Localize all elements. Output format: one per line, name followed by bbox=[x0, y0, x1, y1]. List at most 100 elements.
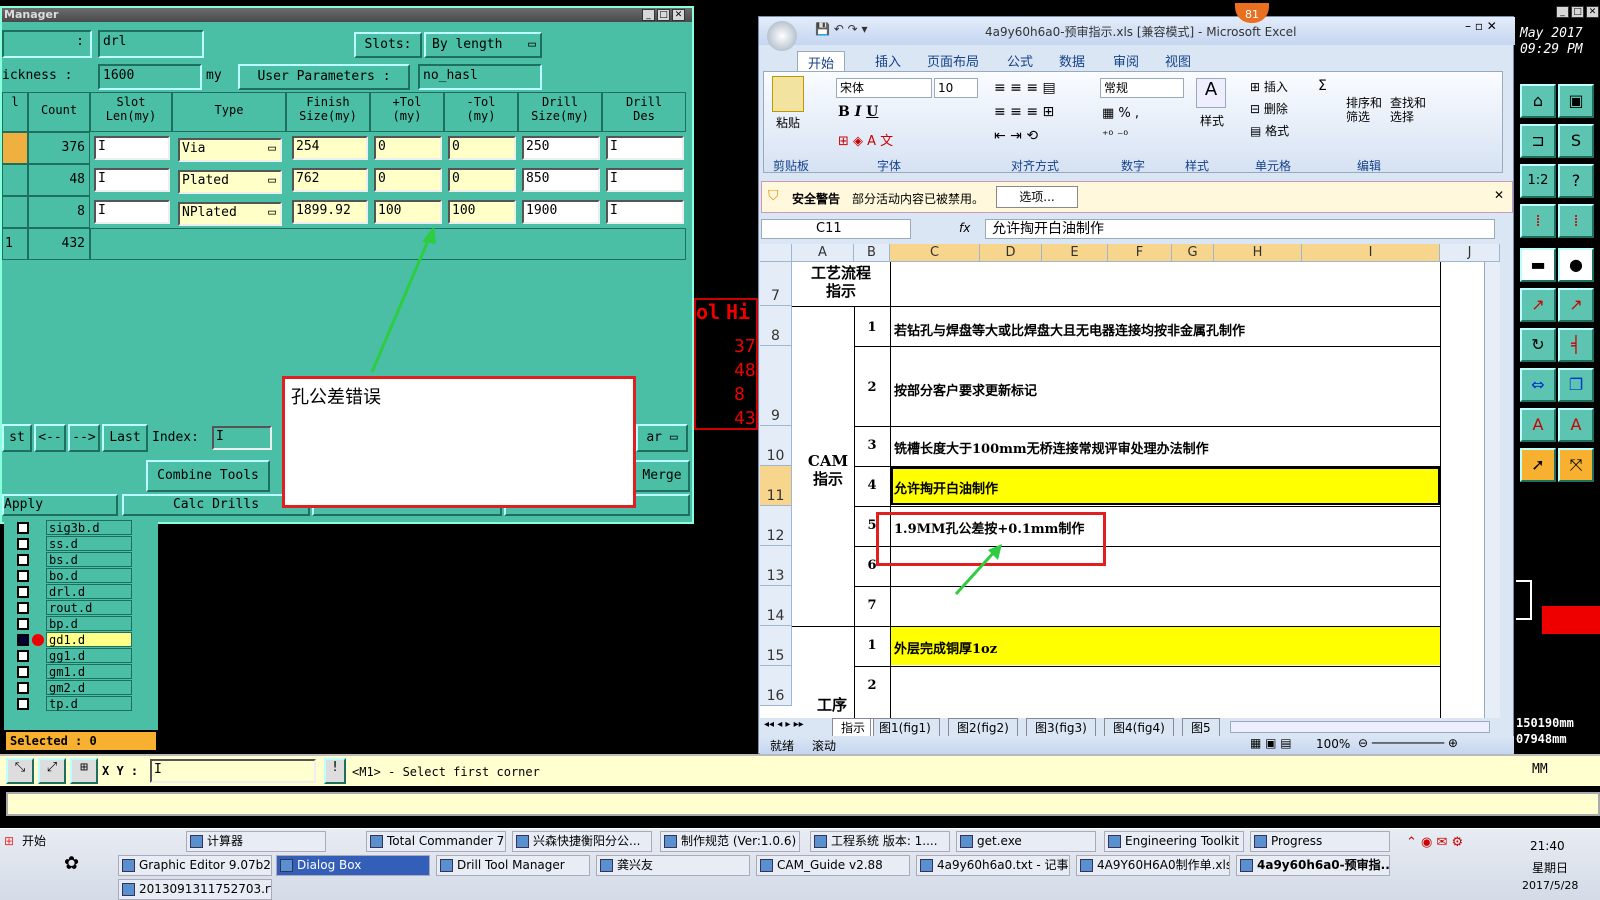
formula-bar[interactable]: 允许掏开白油制作 bbox=[985, 219, 1495, 239]
taskbar-item[interactable]: get.exe bbox=[956, 831, 1096, 852]
drill-size-input[interactable]: 1900 bbox=[522, 200, 600, 224]
paste-icon[interactable] bbox=[772, 76, 804, 112]
apply-button[interactable]: Apply bbox=[2, 494, 118, 516]
line-icon[interactable]: ↗ bbox=[1520, 288, 1556, 322]
column-header[interactable]: E bbox=[1042, 244, 1108, 262]
job-field[interactable]: : bbox=[2, 30, 92, 58]
alert-icon[interactable]: ! bbox=[324, 758, 346, 784]
layer-checkbox[interactable] bbox=[17, 650, 29, 662]
tab-data[interactable]: 数据 bbox=[1059, 51, 1085, 70]
sheet-tab[interactable]: 图2(fig2) bbox=[948, 718, 1018, 737]
row-header[interactable]: 12 bbox=[760, 506, 792, 546]
select-icon[interactable]: ➚ bbox=[1520, 448, 1556, 482]
split-icon[interactable]: ╡ bbox=[1558, 328, 1594, 362]
taskbar-item[interactable]: 兴森快捷衡阳分公... bbox=[512, 831, 652, 852]
layer-item[interactable]: gm1.d bbox=[46, 664, 132, 679]
text-a-icon[interactable]: A bbox=[1520, 408, 1556, 442]
close-icon[interactable]: ✕ bbox=[1494, 188, 1504, 202]
font-name-select[interactable]: 宋体 bbox=[836, 78, 932, 98]
column-header[interactable]: D bbox=[980, 244, 1042, 262]
tab-home[interactable]: 开始 bbox=[797, 51, 846, 73]
taskbar-item[interactable]: 工程系统 版本: 1.... bbox=[810, 831, 950, 852]
name-box[interactable]: C11 bbox=[761, 219, 911, 239]
column-header[interactable]: J bbox=[1440, 244, 1500, 262]
tray-icons[interactable]: ⌃ ◉ ✉ ⚙ bbox=[1406, 835, 1463, 850]
quick-access-icon[interactable]: 💾 ↶ ↷ ▾ bbox=[815, 22, 868, 36]
point-icon[interactable]: ● bbox=[1558, 248, 1594, 282]
column-header[interactable]: C bbox=[890, 244, 980, 262]
drill-des-input[interactable]: I bbox=[606, 168, 684, 192]
type-select[interactable]: Via ▭ bbox=[178, 138, 282, 162]
item-number[interactable]: 2 bbox=[860, 678, 884, 693]
align-icon[interactable]: ≡ ≡ ≡ ▤ bbox=[994, 80, 1056, 96]
layer-item[interactable]: gm2.d bbox=[46, 680, 132, 695]
prev-button[interactable]: <-- bbox=[34, 424, 66, 452]
layer-item[interactable]: gg1.d bbox=[46, 648, 132, 663]
taskbar-item[interactable]: 2013091311752703.rtf... bbox=[118, 879, 272, 900]
tab-view[interactable]: 视图 bbox=[1165, 51, 1191, 70]
row-header[interactable]: 14 bbox=[760, 586, 792, 626]
taskbar-item[interactable]: Total Commander 7.0... bbox=[366, 831, 506, 852]
ruler-icon[interactable]: ▬ bbox=[1520, 248, 1556, 282]
row-header[interactable]: 10 bbox=[760, 426, 792, 466]
office-button[interactable] bbox=[767, 21, 797, 51]
column-header[interactable]: G bbox=[1172, 244, 1214, 262]
spreadsheet-grid[interactable]: A B C D E F G H I J 7 8 9 10 11 12 13 14… bbox=[760, 244, 1500, 718]
zoom-extents-icon[interactable]: ⤢ bbox=[38, 758, 66, 784]
format-cells-button[interactable]: ▤ 格式 bbox=[1250, 122, 1289, 139]
layer-item[interactable]: tp.d bbox=[46, 696, 132, 711]
next-button[interactable]: --> bbox=[68, 424, 100, 452]
minus-tol-input[interactable]: 0 bbox=[448, 136, 516, 160]
taskbar-item[interactable]: 4a9y60h6a0-预审指... bbox=[1236, 855, 1390, 876]
maximize-button[interactable]: □ bbox=[1571, 6, 1584, 18]
percent-icon[interactable]: ▦ % , bbox=[1102, 106, 1139, 121]
horizontal-scrollbar[interactable] bbox=[1230, 721, 1490, 733]
help-icon[interactable]: ? bbox=[1558, 164, 1594, 198]
ar-select[interactable]: ar ▭ bbox=[636, 424, 688, 452]
first-button[interactable]: st bbox=[2, 424, 32, 452]
sheet-tab[interactable]: 图1(fig1) bbox=[870, 718, 940, 737]
drill-des-input[interactable]: I bbox=[606, 136, 684, 160]
minus-tol-input[interactable]: 100 bbox=[448, 200, 516, 224]
finish-size-input[interactable]: 1899.92 bbox=[292, 200, 368, 224]
minimize-button[interactable]: _ bbox=[1556, 6, 1569, 18]
layer-item[interactable]: drl.d bbox=[46, 584, 132, 599]
copy-icon[interactable]: ❐ bbox=[1558, 368, 1594, 402]
drill-des-input[interactable]: I bbox=[606, 200, 684, 224]
number-format-select[interactable]: 常规 bbox=[1100, 78, 1184, 98]
layer-item[interactable]: sig3b.d bbox=[46, 520, 132, 535]
minimize-button[interactable]: _ bbox=[642, 9, 655, 21]
window-controls[interactable]: – ▫ ✕ bbox=[1465, 19, 1497, 33]
drill-size-input[interactable]: 850 bbox=[522, 168, 600, 192]
find-select-button[interactable]: 查找和 选择 bbox=[1390, 96, 1426, 124]
tab-formulas[interactable]: 公式 bbox=[1007, 51, 1033, 70]
row-header[interactable]: 16 bbox=[760, 666, 792, 706]
clock-time[interactable]: 21:40 bbox=[1530, 839, 1565, 853]
taskbar-item[interactable]: Graphic Editor 9.07b2 (0... bbox=[118, 855, 272, 876]
zoom-window-icon[interactable]: ⤡ bbox=[6, 758, 34, 784]
options-button[interactable]: 选项... bbox=[996, 186, 1078, 208]
sheet-tab[interactable]: 图5 bbox=[1182, 718, 1220, 737]
taskbar-item[interactable]: 龚兴友 bbox=[596, 855, 750, 876]
finish-size-input[interactable]: 254 bbox=[292, 136, 368, 160]
combine-tools-button[interactable]: Combine Tools bbox=[146, 460, 270, 492]
layer-checkbox[interactable] bbox=[17, 554, 29, 566]
sheet-tab-active[interactable]: 指示 bbox=[832, 718, 875, 737]
cell-text[interactable]: 允许掏开白油制作 bbox=[894, 478, 998, 497]
column-header[interactable]: B bbox=[854, 244, 890, 262]
row-header[interactable]: 13 bbox=[760, 546, 792, 586]
cell-text[interactable]: 铣槽长度大于100mm无桥连接常规评审处理办法制作 bbox=[894, 438, 1209, 457]
row-header[interactable]: 9 bbox=[760, 346, 792, 426]
slot-len-input[interactable]: I bbox=[94, 200, 170, 224]
row-selector[interactable] bbox=[2, 196, 28, 228]
maximize-button[interactable]: □ bbox=[657, 9, 670, 21]
row-header[interactable]: 15 bbox=[760, 626, 792, 666]
taskbar-item[interactable]: CAM_Guide v2.88 bbox=[756, 855, 910, 876]
item-number[interactable]: 1 bbox=[860, 638, 884, 653]
tab-insert[interactable]: 插入 bbox=[875, 51, 901, 70]
item-number[interactable]: 2 bbox=[860, 380, 884, 395]
sheet-tab[interactable]: 图3(fig3) bbox=[1026, 718, 1096, 737]
align-center-icon[interactable]: ≡ ≡ ≡ ⊞ bbox=[994, 104, 1054, 120]
layer-item[interactable]: ss.d bbox=[46, 536, 132, 551]
sheet-tab[interactable]: 图4(fig4) bbox=[1104, 718, 1174, 737]
